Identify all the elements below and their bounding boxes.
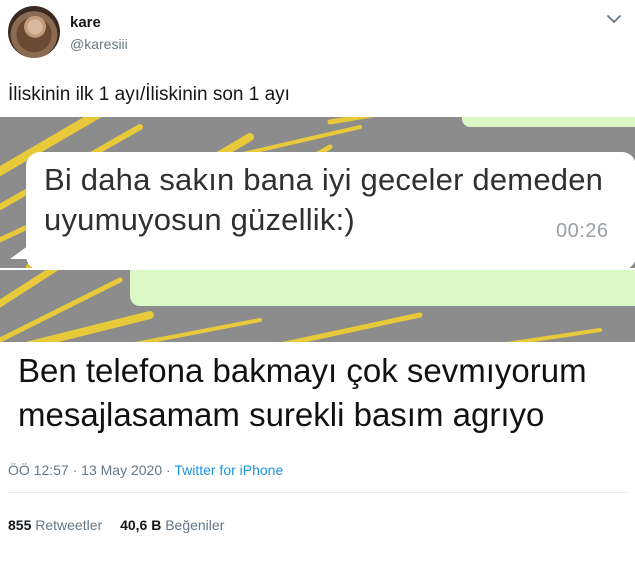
retweets-label: Retweetler: [35, 517, 103, 533]
tweet-source-link[interactable]: Twitter for iPhone: [174, 462, 283, 478]
divider: [8, 492, 627, 493]
avatar[interactable]: [8, 6, 60, 58]
likes-stat[interactable]: 40,6 B Beğeniler: [120, 517, 224, 533]
tweet-date[interactable]: 13 May 2020: [81, 462, 162, 478]
chat-message-bottom-line1: Ben telefona bakmayı çok sevmıyorum: [18, 352, 587, 389]
likes-count: 40,6 B: [120, 517, 162, 533]
author-handle[interactable]: @karesiii: [70, 36, 128, 52]
retweets-stat[interactable]: 855 Retweetler: [8, 517, 102, 533]
retweets-count: 855: [8, 517, 32, 533]
chat-message-time: 00:26: [556, 220, 609, 242]
chevron-down-icon[interactable]: [607, 14, 621, 24]
likes-label: Beğeniler: [165, 517, 225, 533]
tweet-time[interactable]: ÖÖ 12:57: [8, 462, 69, 478]
chat-message-top: Bi daha sakın bana iyi geceler demeden u…: [44, 160, 603, 240]
outgoing-message-bubble: [130, 270, 635, 306]
author-name[interactable]: kare: [70, 14, 101, 31]
bubble-tail: [10, 237, 40, 259]
chat-message-top-line1: Bi daha sakın bana iyi geceler demeden: [44, 162, 604, 197]
chat-message-bottom: Ben telefona bakmayı çok sevmıyorum mesa…: [18, 349, 587, 437]
outgoing-message-bubble: [462, 117, 635, 127]
tweet-stats: 855 Retweetler 40,6 B Beğeniler: [8, 517, 224, 533]
meta-separator: ·: [166, 462, 171, 478]
meta-separator: ·: [72, 462, 78, 478]
tweet-text: İliskinin ilk 1 ayı/İliskinin son 1 ayı: [8, 84, 290, 105]
chat-message-bottom-line2: mesajlasamam surekli basım agrıyo: [18, 396, 545, 433]
tweet-meta: ÖÖ 12:57 · 13 May 2020 · Twitter for iPh…: [8, 462, 283, 478]
chat-message-top-line2: uyumuyosun güzellik:): [44, 202, 355, 237]
